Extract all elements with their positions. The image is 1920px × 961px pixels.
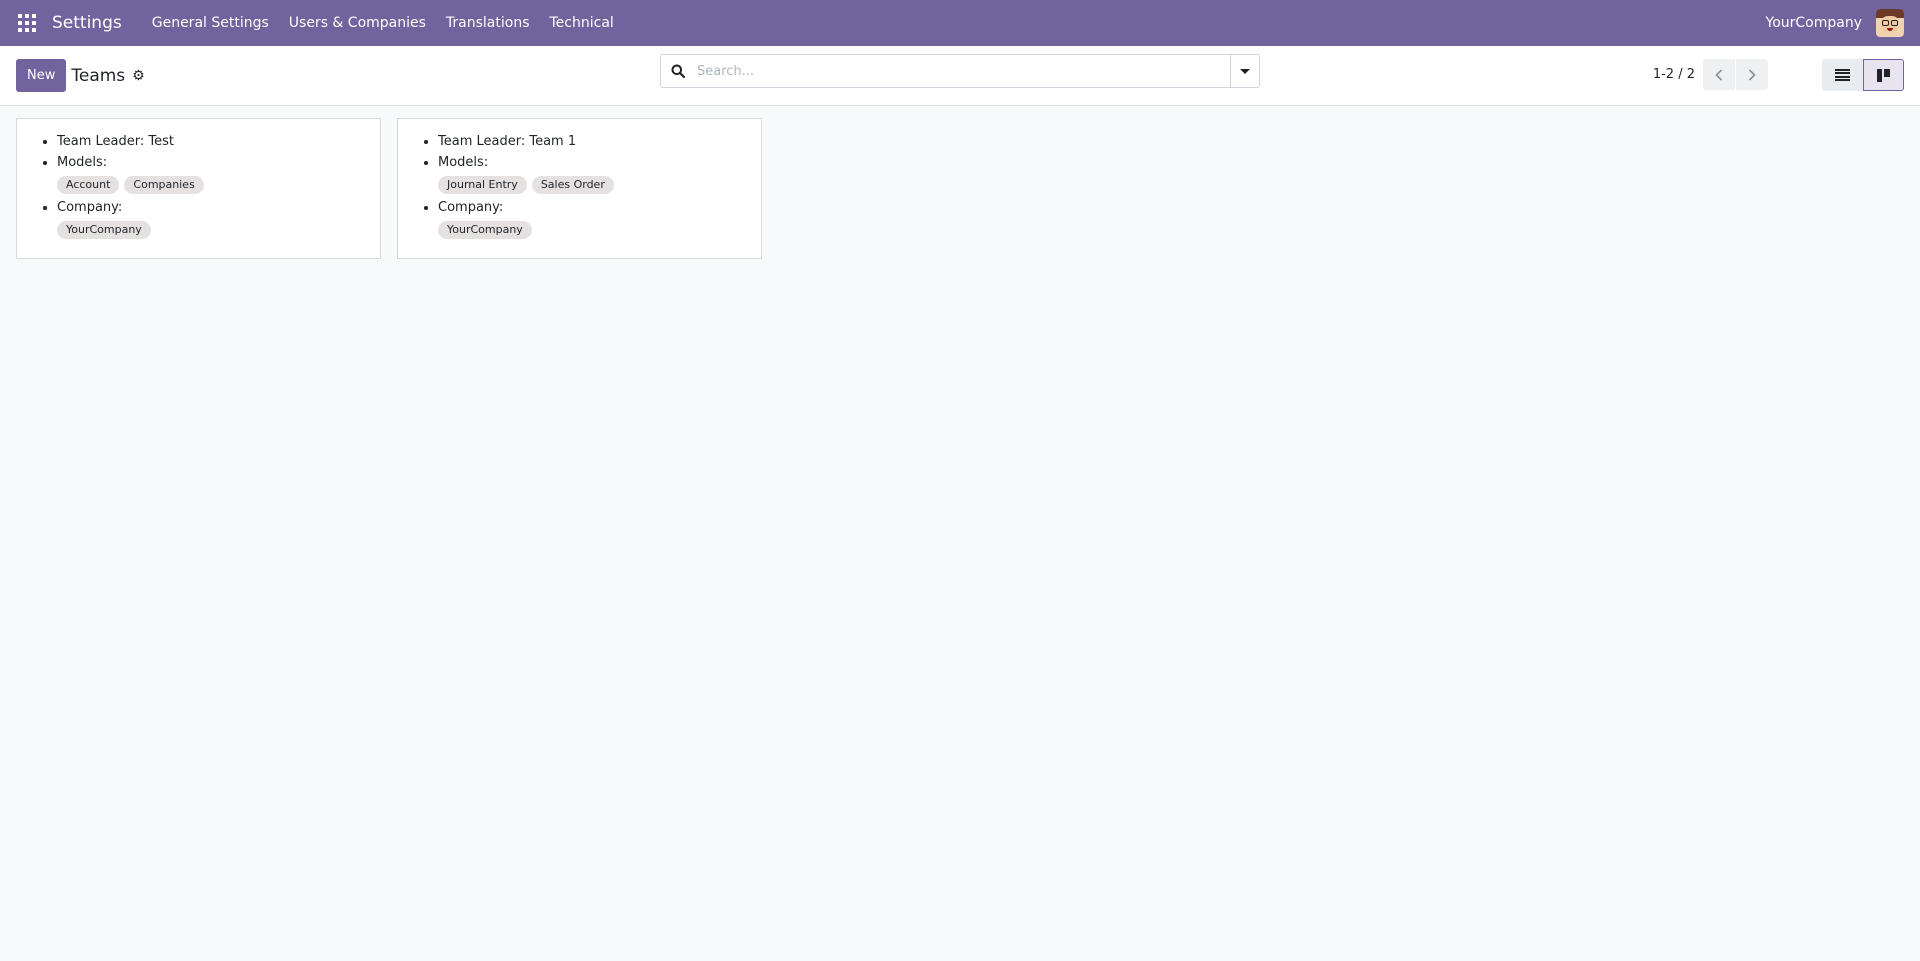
models-line: Models: Account Companies <box>57 152 380 194</box>
pager: 1-2 / 2 <box>1653 59 1768 90</box>
kanban-card[interactable]: Team Leader: Test Models: Account Compan… <box>16 118 381 259</box>
gear-icon[interactable]: ⚙ <box>132 68 145 84</box>
user-avatar[interactable] <box>1876 9 1904 37</box>
search-bar <box>660 54 1260 88</box>
company-tags: YourCompany <box>438 221 761 239</box>
caret-down-icon <box>1240 68 1250 74</box>
company-tag: YourCompany <box>438 221 532 239</box>
team-leader-line: Team Leader: Team 1 <box>438 131 761 152</box>
list-view-icon <box>1835 69 1850 81</box>
pager-previous-button[interactable] <box>1703 59 1735 90</box>
model-tag: Companies <box>124 176 204 194</box>
models-line: Models: Journal Entry Sales Order <box>438 152 761 194</box>
menu-translations[interactable]: Translations <box>436 15 540 31</box>
kanban-view-icon <box>1877 68 1890 82</box>
company-tag: YourCompany <box>57 221 151 239</box>
search-input[interactable] <box>695 55 1230 87</box>
model-tag: Sales Order <box>531 176 614 194</box>
kanban-view: Team Leader: Test Models: Account Compan… <box>0 106 1920 271</box>
menu-general-settings[interactable]: General Settings <box>142 15 279 31</box>
page-title: Teams <box>71 65 126 86</box>
company-switcher[interactable]: YourCompany <box>1766 15 1863 31</box>
menu-users-companies[interactable]: Users & Companies <box>279 15 436 31</box>
menu-technical[interactable]: Technical <box>540 15 624 31</box>
chevron-right-icon <box>1748 68 1756 81</box>
kanban-view-button[interactable] <box>1863 59 1904 91</box>
company-line: Company: YourCompany <box>57 197 380 239</box>
list-view-button[interactable] <box>1822 59 1863 91</box>
company-label: Company: <box>438 200 504 215</box>
main-menu: General Settings Users & Companies Trans… <box>142 15 624 31</box>
avatar-glasses-left <box>1882 20 1889 26</box>
models-label: Models: <box>438 155 489 170</box>
company-label: Company: <box>57 200 123 215</box>
models-label: Models: <box>57 155 108 170</box>
new-button[interactable]: New <box>16 59 67 92</box>
chevron-left-icon <box>1715 68 1723 81</box>
kanban-card[interactable]: Team Leader: Team 1 Models: Journal Entr… <box>397 118 762 259</box>
card-details: Team Leader: Test Models: Account Compan… <box>17 131 380 239</box>
company-line: Company: YourCompany <box>438 197 761 239</box>
search-options-toggle[interactable] <box>1230 55 1259 87</box>
apps-grid-icon[interactable] <box>18 14 36 32</box>
pager-next-button[interactable] <box>1736 59 1768 90</box>
models-tags: Journal Entry Sales Order <box>438 176 761 194</box>
model-tag: Account <box>57 176 120 194</box>
avatar-glasses-right <box>1891 20 1898 26</box>
model-tag: Journal Entry <box>438 176 527 194</box>
app-name[interactable]: Settings <box>52 13 122 33</box>
pager-value[interactable]: 1-2 / 2 <box>1653 67 1695 82</box>
top-navbar: Settings General Settings Users & Compan… <box>0 0 1920 46</box>
card-details: Team Leader: Team 1 Models: Journal Entr… <box>398 131 761 239</box>
team-leader-line: Team Leader: Test <box>57 131 380 152</box>
company-tags: YourCompany <box>57 221 380 239</box>
search-icon <box>661 55 695 87</box>
models-tags: Account Companies <box>57 176 380 194</box>
control-panel: New Teams ⚙ 1-2 / 2 <box>0 46 1920 106</box>
view-switcher <box>1822 59 1904 91</box>
